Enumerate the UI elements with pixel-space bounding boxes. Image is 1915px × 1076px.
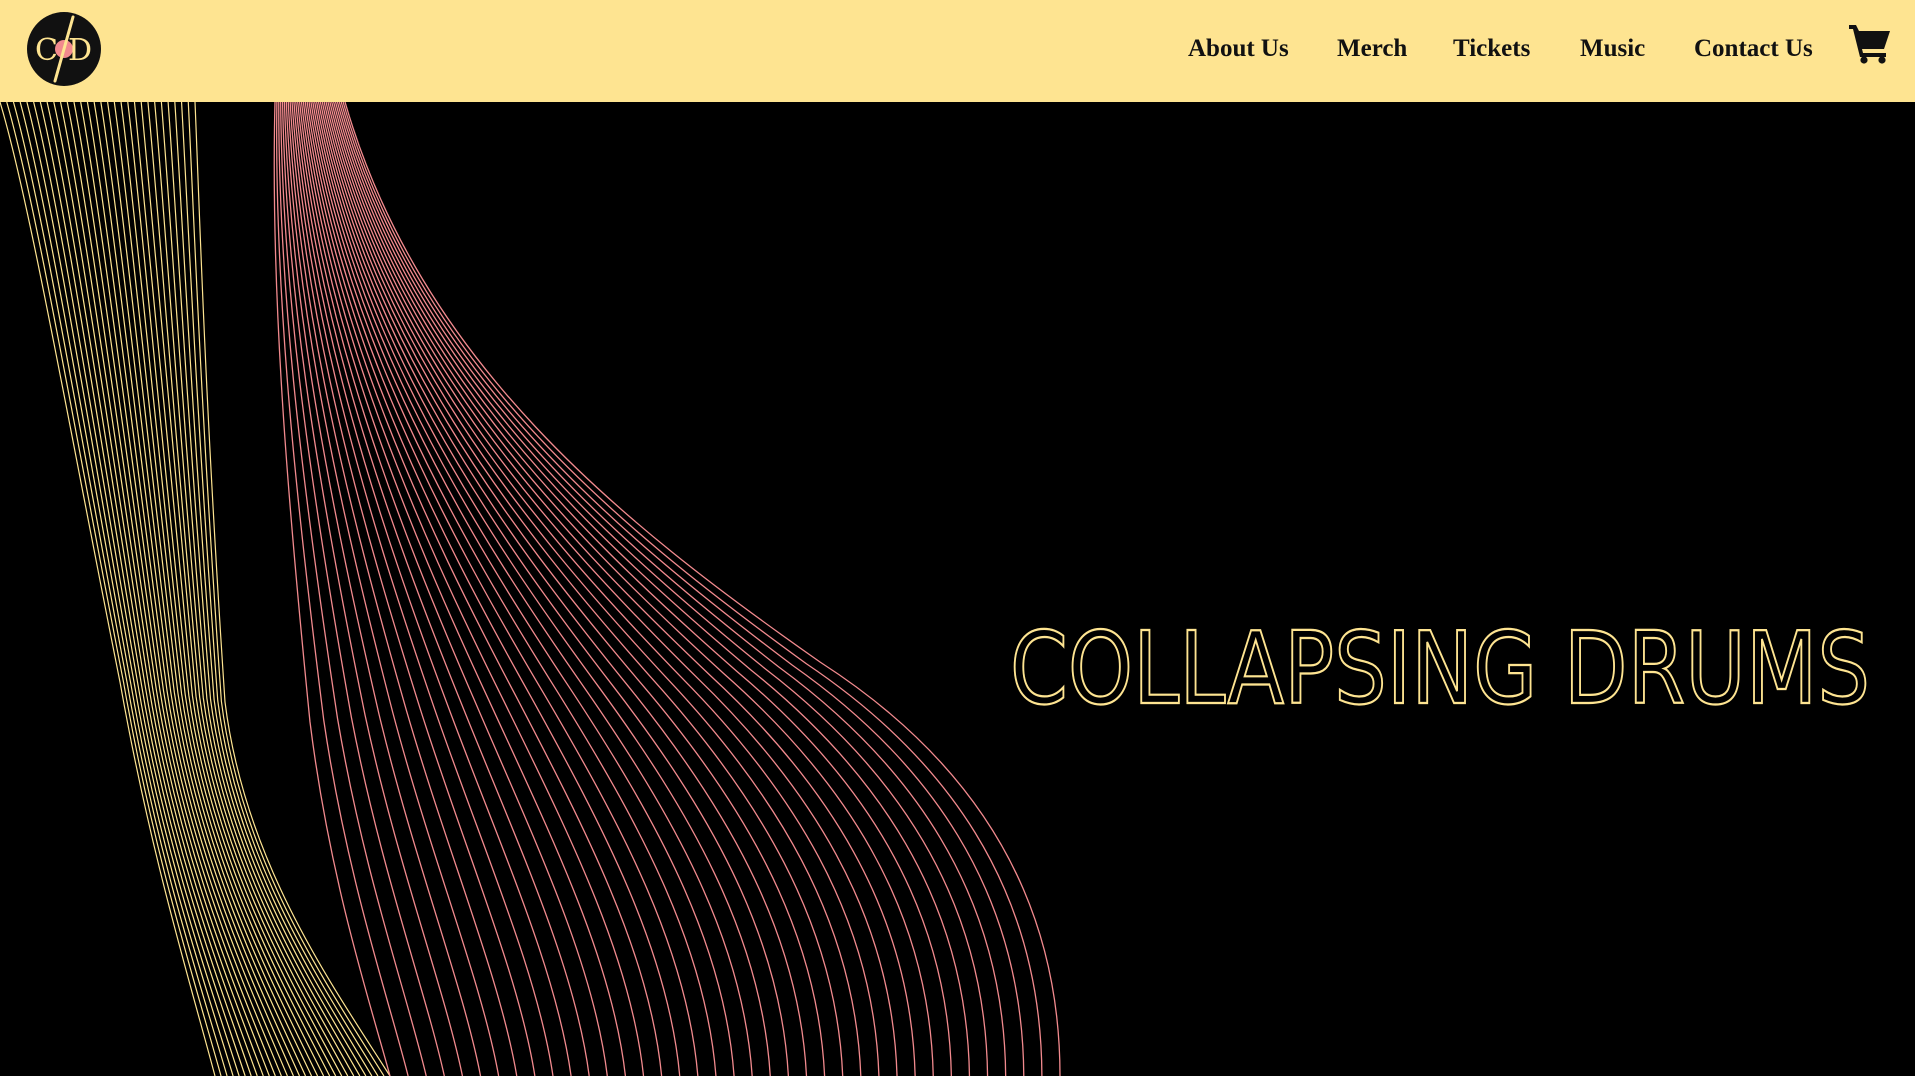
pink-wave-line (314, 102, 771, 1076)
nav-merch[interactable]: Merch (1337, 33, 1407, 65)
logo-letter-d: D (68, 33, 92, 68)
wave-lines-graphic (0, 102, 1061, 1076)
pink-wave-line (342, 102, 1043, 1076)
pink-wave-line (336, 102, 989, 1076)
pink-wave-line (327, 102, 898, 1076)
pink-wave-line (344, 102, 1061, 1076)
pink-wave-line (325, 102, 880, 1076)
pink-wave-line (308, 102, 717, 1076)
vinyl-record-logo-icon[interactable]: C D (26, 11, 102, 87)
pink-wave-line (297, 102, 608, 1076)
nav-tickets[interactable]: Tickets (1453, 33, 1530, 65)
yellow-wave-line (46, 102, 258, 1076)
yellow-wave-line (174, 102, 373, 1076)
yellow-wave-line (140, 102, 343, 1076)
pink-wave-line (334, 102, 971, 1076)
yellow-wave-line (120, 102, 325, 1076)
pink-wave-line (329, 102, 916, 1076)
shopping-cart-icon[interactable] (1848, 22, 1892, 64)
yellow-wave-line (66, 102, 276, 1076)
yellow-wave-line (0, 102, 216, 1076)
pink-wave-line (321, 102, 844, 1076)
nav-music[interactable]: Music (1580, 33, 1645, 65)
pink-wave-lines (273, 102, 1061, 1076)
band-title: COLLAPSING DRUMS (1010, 609, 1871, 725)
pink-wave-line (333, 102, 953, 1076)
top-navbar: C D About Us Merch Tickets Music Contact… (0, 0, 1915, 102)
nav-about-us[interactable]: About Us (1188, 33, 1289, 65)
band-title-text: COLLAPSING DRUMS (1010, 610, 1870, 725)
logo-letter-c: C (35, 33, 58, 68)
nav-contact-us[interactable]: Contact Us (1694, 33, 1813, 65)
hero-section: COLLAPSING DRUMS (0, 102, 1915, 1076)
